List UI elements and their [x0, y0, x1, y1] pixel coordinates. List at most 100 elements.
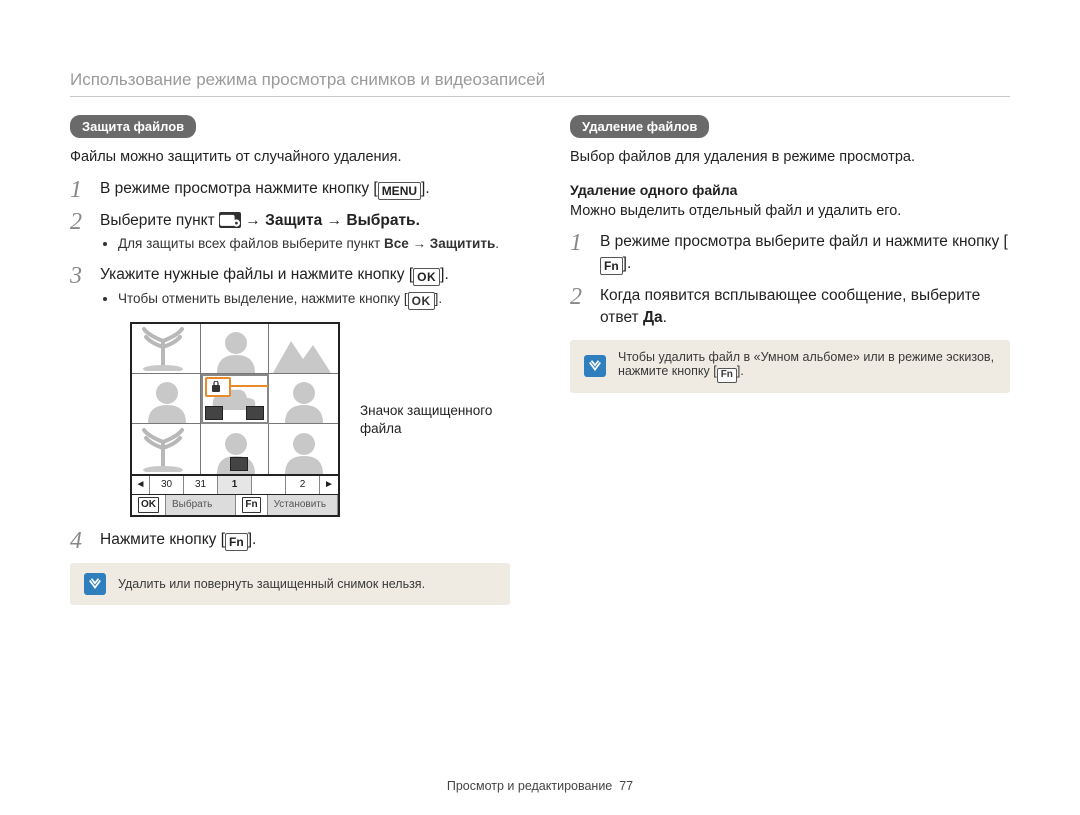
mini-status-icon: [205, 406, 223, 420]
section-pill-protect: Защита файлов: [70, 115, 196, 138]
note-text-part: Чтобы удалить файл в «Умном альбоме» или…: [618, 350, 994, 378]
thumb-cell: [132, 324, 201, 374]
fn-button-icon: Fn: [600, 257, 623, 275]
note-protect: Удалить или повернуть защищенный снимок …: [70, 563, 510, 605]
timeline-day: 31: [184, 476, 218, 494]
person-icon: [283, 379, 325, 423]
mini-status-icon: [230, 457, 248, 471]
protect-step-1: В режиме просмотра нажмите кнопку [MENU]…: [70, 178, 510, 200]
bar-select: Выбрать: [166, 495, 236, 515]
step-text: ].: [248, 531, 257, 548]
delete-one-subhead: Удаление одного файла: [570, 182, 1010, 198]
delete-one-intro: Можно выделить отдельный файл и удалить …: [570, 202, 1010, 222]
header-rule: [70, 96, 1010, 97]
sub-text-bold: Все: [384, 236, 409, 251]
thumb-cell: [201, 324, 270, 374]
step-text: В режиме просмотра выберите файл и нажми…: [600, 233, 1008, 250]
note-text: Удалить или повернуть защищенный снимок …: [118, 577, 425, 591]
ok-button-icon: OK: [408, 292, 435, 310]
note-delete: Чтобы удалить файл в «Умном альбоме» или…: [570, 340, 1010, 393]
footer-page-number: 77: [619, 779, 633, 793]
protect-step-2-sub: Для защиты всех файлов выберите пункт Вс…: [118, 235, 510, 254]
fn-button-icon: Fn: [717, 368, 737, 383]
thumb-cell: [269, 324, 338, 374]
action-bar: OK Выбрать Fn Установить: [132, 495, 338, 515]
sub-text: Чтобы отменить выделение, нажмите кнопку…: [118, 291, 408, 306]
person-icon: [215, 329, 257, 373]
date-timeline: ◄ 30 31 1 2 ►: [132, 476, 338, 495]
step-text: .: [663, 309, 667, 326]
step-text: ].: [440, 266, 449, 283]
protect-callout-text: Значок защищенного файла: [360, 402, 510, 437]
step-text: Укажите нужные файлы и нажмите кнопку [: [100, 266, 413, 283]
step-text: Выберите пункт: [100, 212, 219, 229]
thumbnail-screen: ◄ 30 31 1 2 ► OK Выбрать: [130, 322, 340, 517]
sub-text: Для защиты всех файлов выберите пункт: [118, 236, 384, 251]
timeline-day: 2: [286, 476, 320, 494]
note-text: Чтобы удалить файл в «Умном альбоме» или…: [618, 350, 996, 383]
page-title: Использование режима просмотра снимков и…: [70, 70, 1010, 90]
palm-icon: [138, 327, 188, 371]
sub-text-bold: Защитить: [430, 236, 495, 251]
delete-step-1: В режиме просмотра выберите файл и нажми…: [570, 231, 1010, 275]
protect-step-3-sub: Чтобы отменить выделение, нажмите кнопку…: [118, 290, 510, 310]
mini-status-icon: [246, 406, 264, 420]
sub-text: →: [409, 236, 430, 251]
protect-step-2: Выберите пункт → Защита → Выбрать. Для з…: [70, 210, 510, 255]
protect-badge-icon: [205, 377, 231, 397]
settings-gear-icon: [219, 212, 241, 228]
palm-icon: [138, 428, 188, 472]
sub-text: .: [495, 236, 499, 251]
right-column: Удаление файлов Выбор файлов для удалени…: [570, 115, 1010, 605]
step-text: Нажмите кнопку [: [100, 531, 225, 548]
timeline-day: [252, 476, 286, 494]
bar-fn: Fn: [236, 495, 267, 515]
ok-button-icon: OK: [413, 268, 440, 286]
footer-section: Просмотр и редактирование: [447, 779, 612, 793]
step-text-bold: Да: [643, 309, 663, 326]
ok-key-icon: OK: [138, 497, 159, 513]
section-pill-delete: Удаление файлов: [570, 115, 709, 138]
protect-step-3: Укажите нужные файлы и нажмите кнопку [O…: [70, 264, 510, 517]
protect-intro: Файлы можно защитить от случайного удале…: [70, 148, 510, 168]
timeline-day: 30: [150, 476, 184, 494]
thumb-cell: [269, 424, 338, 474]
delete-steps: В режиме просмотра выберите файл и нажми…: [570, 231, 1010, 328]
thumb-cell: [201, 424, 270, 474]
menu-button-icon: MENU: [378, 182, 421, 200]
step-text: ].: [421, 180, 430, 197]
step-text-bold: → Защита → Выбрать.: [241, 212, 420, 229]
page-footer: Просмотр и редактирование 77: [0, 779, 1080, 793]
person-icon: [283, 430, 325, 474]
sub-item: Чтобы отменить выделение, нажмите кнопку…: [118, 290, 510, 310]
fn-button-icon: Fn: [225, 533, 248, 551]
callout-leader-line: [227, 385, 270, 387]
person-icon: [146, 379, 188, 423]
timeline-day-active: 1: [218, 476, 252, 494]
fn-key-icon: Fn: [242, 497, 260, 513]
step-text: ].: [623, 255, 632, 272]
protect-steps: В режиме просмотра нажмите кнопку [MENU]…: [70, 178, 510, 552]
thumb-cell: [269, 374, 338, 424]
timeline-next-icon: ►: [320, 476, 338, 494]
protect-illustration: ◄ 30 31 1 2 ► OK Выбрать: [130, 322, 510, 517]
step-text: В режиме просмотра нажмите кнопку [: [100, 180, 378, 197]
note-text-part: ].: [737, 364, 744, 378]
thumbnail-grid: [132, 324, 338, 476]
thumb-cell: [132, 374, 201, 424]
sub-item: Для защиты всех файлов выберите пункт Вс…: [118, 235, 510, 254]
thumb-cell-selected: [201, 374, 270, 424]
delete-intro: Выбор файлов для удаления в режиме просм…: [570, 148, 1010, 168]
two-column-layout: Защита файлов Файлы можно защитить от сл…: [70, 115, 1010, 605]
protect-step-4: Нажмите кнопку [Fn].: [70, 529, 510, 551]
sub-text: ].: [435, 291, 443, 306]
delete-step-2: Когда появится всплывающее сообщение, вы…: [570, 285, 1010, 328]
timeline-prev-icon: ◄: [132, 476, 150, 494]
page: Использование режима просмотра снимков и…: [0, 0, 1080, 815]
note-info-icon: [584, 355, 606, 377]
bar-ok: OK: [132, 495, 166, 515]
thumb-cell: [132, 424, 201, 474]
mountain-icon: [273, 333, 331, 373]
note-info-icon: [84, 573, 106, 595]
left-column: Защита файлов Файлы можно защитить от сл…: [70, 115, 510, 605]
